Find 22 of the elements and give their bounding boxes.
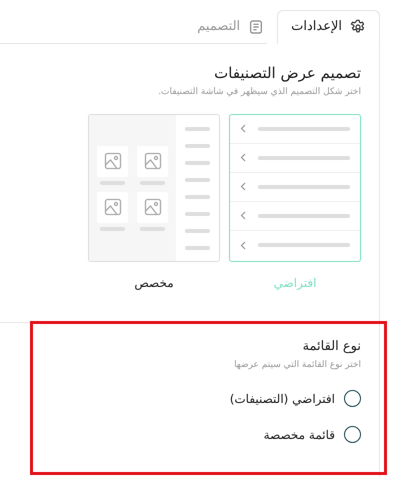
document-icon	[248, 19, 264, 35]
radio-label: افتراضي (التصنيفات)	[230, 390, 335, 408]
gear-icon	[350, 19, 366, 35]
image-icon	[137, 192, 168, 222]
option-label: مخصص	[134, 274, 174, 292]
section-subtitle: اختر نوع القائمة التي سيتم عرضها	[234, 359, 361, 372]
chevron-icon	[240, 240, 246, 250]
image-icon	[97, 192, 128, 222]
section-subtitle: اختر شكل التصميم الذي سيظهر في شاشة التصنيفات.	[158, 86, 361, 99]
chevron-icon	[240, 153, 246, 162]
image-icon	[137, 146, 168, 176]
radio-button[interactable]	[344, 390, 361, 407]
chevron-icon	[240, 211, 246, 220]
chevron-icon	[240, 124, 246, 133]
tab[interactable]: الإعدادات	[277, 10, 380, 44]
radio-label: قائمة مخصصة	[264, 426, 335, 444]
image-icon	[97, 146, 128, 176]
chevron-icon	[240, 182, 246, 191]
section-title: تصميم عرض التصنيفات	[214, 63, 361, 84]
section-title: نوع القائمة	[302, 338, 361, 356]
option-label: افتراضي	[274, 274, 316, 292]
radio-button[interactable]	[344, 426, 361, 443]
